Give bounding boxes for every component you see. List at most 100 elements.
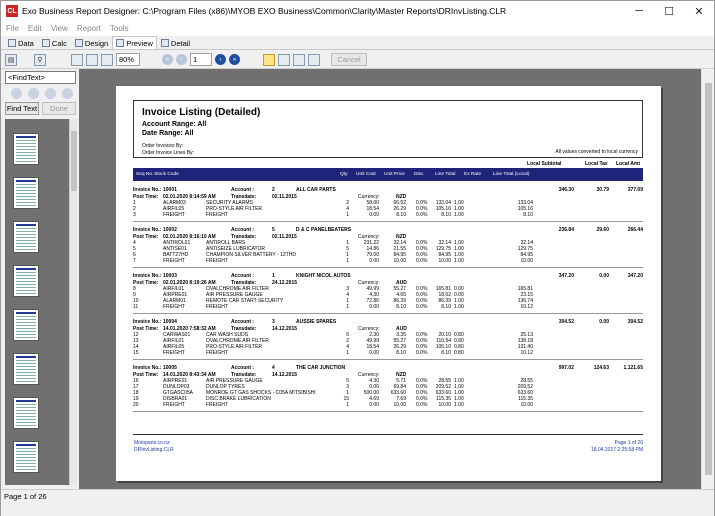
invoice-label: Invoice No.: xyxy=(133,319,162,325)
design-tab-icon xyxy=(74,39,83,47)
invoice-number: 10005 xyxy=(163,365,177,371)
account-label: Account : xyxy=(231,187,255,193)
account-number: 2 xyxy=(272,187,275,193)
page-thumbnail[interactable] xyxy=(13,441,39,473)
search-icon[interactable]: ⚲ xyxy=(34,53,46,66)
line-unit-cost: 0.00 xyxy=(369,350,379,356)
print-icon[interactable]: ▤ xyxy=(5,53,17,66)
line-ex-rate: 1.00 xyxy=(454,304,464,310)
first-page-icon[interactable]: « xyxy=(162,54,173,65)
line-disc: 0.0% xyxy=(416,258,428,264)
next-page-icon[interactable]: › xyxy=(215,54,226,65)
invoice-subtotal: 347.20 xyxy=(558,273,574,279)
col-stock-code: Stock Code xyxy=(154,172,179,177)
page-thumbnail[interactable] xyxy=(13,309,39,341)
find-first-icon[interactable] xyxy=(11,88,22,99)
report-header-box: Invoice Listing (Detailed) Account Range… xyxy=(133,100,643,158)
account-number: 4 xyxy=(272,365,275,371)
account-name: AUSSIE SPARES xyxy=(296,319,337,325)
find-next-icon[interactable] xyxy=(45,88,56,99)
cancel-button[interactable]: Cancel xyxy=(331,53,367,66)
calc-tab-icon xyxy=(41,39,50,47)
line-description: FREIGHT xyxy=(206,304,228,310)
find-last-icon[interactable] xyxy=(62,88,73,99)
line-total: 8.10 xyxy=(441,304,451,310)
zoom-field[interactable]: 80% xyxy=(116,53,140,66)
menu-file[interactable]: File xyxy=(6,24,19,33)
done-button[interactable]: Done xyxy=(42,102,76,115)
local-tax-header: Local Tax xyxy=(585,161,608,167)
invoice-separator xyxy=(133,411,643,412)
page-thumbnail[interactable] xyxy=(13,177,39,209)
account-name: THE CAR JUNCTION xyxy=(296,365,346,371)
line-seq: 7 xyxy=(133,258,136,264)
page-thumbnail[interactable] xyxy=(13,397,39,429)
line-unit-price: 8.10 xyxy=(396,304,406,310)
find-prior-icon[interactable] xyxy=(28,88,39,99)
multi-page-icon[interactable] xyxy=(308,53,320,66)
preview-scrollbar[interactable] xyxy=(701,69,714,489)
thumbnail-scroll-thumb[interactable] xyxy=(71,131,77,191)
page-thumbnail[interactable] xyxy=(13,353,39,385)
single-page-icon[interactable] xyxy=(263,53,275,66)
last-page-icon[interactable]: » xyxy=(229,54,240,65)
menu-report[interactable]: Report xyxy=(77,24,101,33)
detail-tab-icon xyxy=(160,39,169,47)
page-thumbnail[interactable] xyxy=(13,133,39,165)
account-label: Account : xyxy=(231,273,255,279)
tab-calc[interactable]: Calc xyxy=(38,36,71,49)
page-thumbnail[interactable] xyxy=(13,221,39,253)
col-unit-cost: Unit Cost xyxy=(356,172,376,177)
whole-page-icon[interactable] xyxy=(71,53,83,66)
page-thumbnail[interactable] xyxy=(13,265,39,297)
find-text-button[interactable]: Find Text xyxy=(5,102,39,115)
menu-edit[interactable]: Edit xyxy=(28,24,42,33)
local-amt-header: Local Amt xyxy=(616,161,640,167)
title-bar: CL Exo Business Report Designer: C:\Prog… xyxy=(1,1,714,21)
thumbnail-scrollbar[interactable] xyxy=(69,119,77,485)
account-name: ALL CAR PARTS xyxy=(296,187,336,193)
invoice-tax: 29.60 xyxy=(596,227,609,233)
tab-preview[interactable]: Preview xyxy=(112,36,157,49)
page-width-icon[interactable] xyxy=(86,53,98,66)
report-page: Invoice Listing (Detailed) Account Range… xyxy=(116,86,661,481)
col-seq: Seq No. xyxy=(136,172,154,177)
invoice-subtotal: 997.02 xyxy=(558,365,574,371)
invoice-label: Invoice No.: xyxy=(133,273,162,279)
two-pages-icon[interactable] xyxy=(278,53,290,66)
preview-scroll-thumb[interactable] xyxy=(705,83,712,475)
line-qty: 1 xyxy=(346,304,349,310)
prior-page-icon[interactable]: ‹ xyxy=(176,54,187,65)
line-stock-code: FREIGHT xyxy=(163,212,185,218)
tab-detail[interactable]: Detail xyxy=(157,36,194,49)
line-description: FREIGHT xyxy=(206,350,228,356)
line-ex-rate: 1.00 xyxy=(454,402,464,408)
page-number-field[interactable]: 1 xyxy=(190,53,212,66)
invoice-subtotal: 346.30 xyxy=(558,187,574,193)
line-unit-price: 10.00 xyxy=(393,402,406,408)
line-ex-rate: 1.00 xyxy=(454,258,464,264)
line-total-local: 10.00 xyxy=(520,258,533,264)
close-button[interactable]: ✕ xyxy=(684,1,714,21)
maximize-button[interactable]: ☐ xyxy=(654,1,684,21)
tab-design[interactable]: Design xyxy=(71,36,112,49)
minimize-button[interactable]: ─ xyxy=(624,1,654,21)
account-label: Account : xyxy=(231,365,255,371)
line-unit-price: 8.10 xyxy=(396,350,406,356)
line-seq: 3 xyxy=(133,212,136,218)
account-number: 3 xyxy=(272,319,275,325)
line-total: 10.00 xyxy=(438,402,451,408)
invoice-number: 10003 xyxy=(163,273,177,279)
menu-tools[interactable]: Tools xyxy=(110,24,129,33)
hundred-percent-icon[interactable] xyxy=(101,53,113,66)
footer-file: DRInvListing.CLR xyxy=(134,447,174,453)
col-ex-rate: Ex Rate xyxy=(464,172,482,177)
line-unit-price: 10.00 xyxy=(393,258,406,264)
menu-view[interactable]: View xyxy=(51,24,68,33)
continuous-icon[interactable] xyxy=(293,53,305,66)
transdate: 14.12.2015 xyxy=(272,326,298,332)
find-text-input[interactable]: <FindText> xyxy=(5,71,76,84)
tab-data[interactable]: Data xyxy=(4,36,38,49)
line-total-local: 8.10 xyxy=(523,212,533,218)
invoice-tax: 124.63 xyxy=(593,365,609,371)
